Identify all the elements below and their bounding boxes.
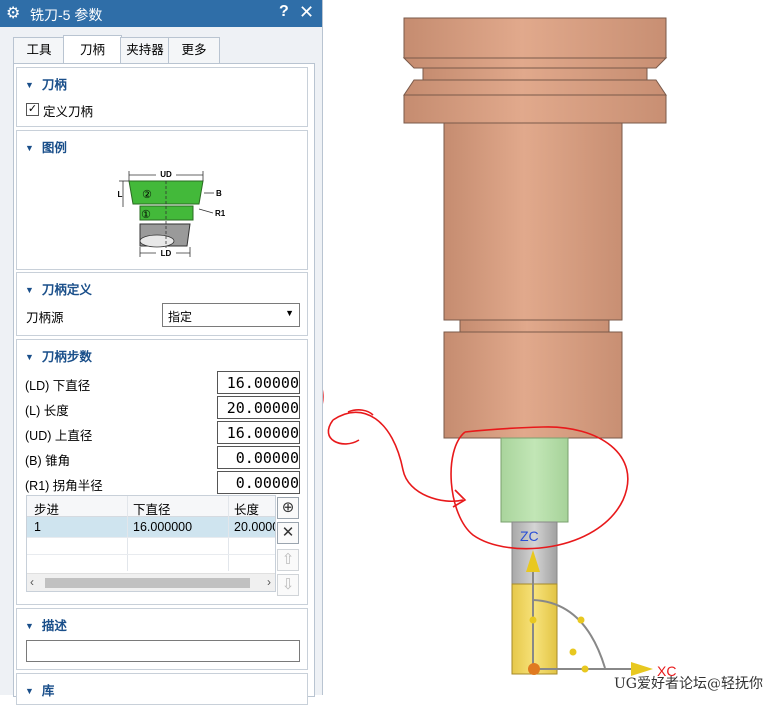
- scroll-left-icon[interactable]: ‹: [30, 575, 34, 589]
- collapse-triangle-icon: ▼: [25, 352, 34, 362]
- column-divider: [228, 496, 229, 571]
- dialog-title: 铣刀-5 参数: [30, 7, 103, 23]
- legend-b-label: B: [216, 189, 222, 198]
- table-horizontal-scrollbar[interactable]: ‹ ›: [27, 573, 275, 591]
- upper-diameter-value: 16.00000: [226, 424, 299, 442]
- chevron-down-icon: ▼: [285, 308, 294, 318]
- tab-tool[interactable]: 工具: [13, 37, 65, 63]
- holder-steps-header[interactable]: ▼ 刀柄步数: [25, 346, 92, 365]
- library-section: ▼ 库: [16, 673, 308, 705]
- length-label: (L) 长度: [25, 404, 69, 418]
- corner-radius-input[interactable]: 0.00000: [217, 471, 300, 494]
- tool-3d-view: ZC XC: [323, 17, 676, 679]
- scroll-right-icon[interactable]: ›: [267, 575, 271, 589]
- taper-angle-input[interactable]: 0.00000: [217, 446, 300, 469]
- collapse-triangle-icon: ▼: [25, 80, 34, 90]
- dialog-title-bar: ⚙ 铣刀-5 参数 ? ✕: [0, 0, 322, 27]
- delete-step-button[interactable]: ✕: [277, 522, 299, 544]
- holder-shank-green: [500, 437, 569, 523]
- steps-table: 步进 下直径 长度 1 16.000000 20.0000 ‹ ›: [26, 495, 276, 592]
- tab-holder[interactable]: 刀柄: [63, 35, 122, 64]
- cutter-body: [511, 583, 558, 675]
- lower-diameter-value: 16.00000: [226, 374, 299, 392]
- description-header[interactable]: ▼ 描述: [25, 615, 67, 634]
- legend-ld-label: LD: [161, 249, 172, 258]
- collapse-triangle-icon: ▼: [25, 285, 34, 295]
- zc-axis-label: ZC: [520, 528, 539, 544]
- holder-section-title: 刀柄: [41, 78, 67, 92]
- holder-source-value: 指定: [168, 310, 193, 324]
- holder-definition-header[interactable]: ▼ 刀柄定义: [25, 279, 92, 298]
- add-step-button[interactable]: ⊕: [277, 497, 299, 519]
- taper-angle-value: 0.00000: [235, 449, 299, 467]
- taper-angle-label: (B) 锥角: [25, 454, 71, 468]
- row-length-cell[interactable]: 20.0000: [234, 520, 275, 534]
- tab-more[interactable]: 更多: [168, 37, 220, 63]
- holder-section-header[interactable]: ▼ 刀柄: [25, 74, 67, 93]
- tab-clamp[interactable]: 夹持器: [120, 37, 170, 63]
- holder-legend-diagram: UD L B R1 ② ① LD: [118, 169, 226, 258]
- library-title: 库: [41, 684, 55, 698]
- tool-holder-body: [402, 17, 668, 439]
- holder-definition-title: 刀柄定义: [41, 283, 92, 297]
- legend-section: ▼ 图例 UD L B R1 ② ① LD: [16, 130, 308, 270]
- holder-definition-section: ▼ 刀柄定义 刀柄源 指定 ▼: [16, 272, 308, 336]
- lower-diameter-label: (LD) 下直径: [25, 379, 91, 393]
- row-divider: [27, 554, 275, 555]
- scrollbar-thumb[interactable]: [45, 578, 250, 588]
- define-holder-checkbox[interactable]: ✓: [26, 103, 39, 116]
- corner-radius-label: (R1) 拐角半径: [25, 479, 103, 493]
- holder-source-label: 刀柄源: [26, 311, 64, 325]
- description-section: ▼ 描述: [16, 608, 308, 670]
- column-divider: [127, 496, 128, 571]
- holder-steps-section: ▼ 刀柄步数 (LD) 下直径 16.00000 (L) 长度 20.00000 …: [16, 339, 308, 605]
- legend-step1-label: ①: [141, 209, 151, 221]
- row-lower-diameter-cell[interactable]: 16.000000: [133, 520, 192, 534]
- lower-diameter-input[interactable]: 16.00000: [217, 371, 300, 394]
- length-input[interactable]: 20.00000: [217, 396, 300, 419]
- row-divider: [27, 537, 275, 538]
- legend-l-label: L: [118, 190, 123, 199]
- library-header[interactable]: ▼ 库: [25, 680, 54, 699]
- holder-section: ▼ 刀柄 ✓ 定义刀柄: [16, 67, 308, 127]
- holder-source-select[interactable]: 指定 ▼: [162, 303, 300, 327]
- corner-radius-value: 0.00000: [235, 474, 299, 492]
- tool-parameters-dialog: ⚙ 铣刀-5 参数 ? ✕ 工具 刀柄 夹持器 更多 ▼ 刀柄 ✓ 定义刀柄 ▼ 图…: [0, 0, 323, 705]
- upper-diameter-label: (UD) 上直径: [25, 429, 93, 443]
- length-value: 20.00000: [226, 399, 299, 417]
- move-down-button[interactable]: ⇩: [277, 574, 299, 596]
- upper-diameter-input[interactable]: 16.00000: [217, 421, 300, 444]
- legend-step2-label: ②: [142, 189, 152, 201]
- move-up-button[interactable]: ⇧: [277, 549, 299, 571]
- legend-r1-label: R1: [215, 209, 226, 218]
- legend-ud-label: UD: [160, 170, 172, 179]
- column-header-lower-diameter[interactable]: 下直径: [133, 499, 171, 518]
- define-holder-label: 定义刀柄: [43, 105, 94, 119]
- graphics-viewport[interactable]: ZC XC: [323, 0, 769, 695]
- row-step-cell[interactable]: 1: [34, 520, 41, 534]
- holder-steps-title: 刀柄步数: [41, 350, 92, 364]
- description-input[interactable]: [26, 640, 300, 662]
- gear-icon[interactable]: ⚙: [6, 3, 20, 23]
- collapse-triangle-icon: ▼: [25, 621, 34, 631]
- watermark-text: UG爱好者论坛@轻抚你: [614, 676, 763, 692]
- description-title: 描述: [41, 619, 67, 633]
- help-icon[interactable]: ?: [279, 3, 289, 21]
- column-header-length[interactable]: 长度: [234, 499, 259, 518]
- close-icon[interactable]: ✕: [299, 2, 314, 23]
- column-header-step[interactable]: 步进: [34, 499, 59, 518]
